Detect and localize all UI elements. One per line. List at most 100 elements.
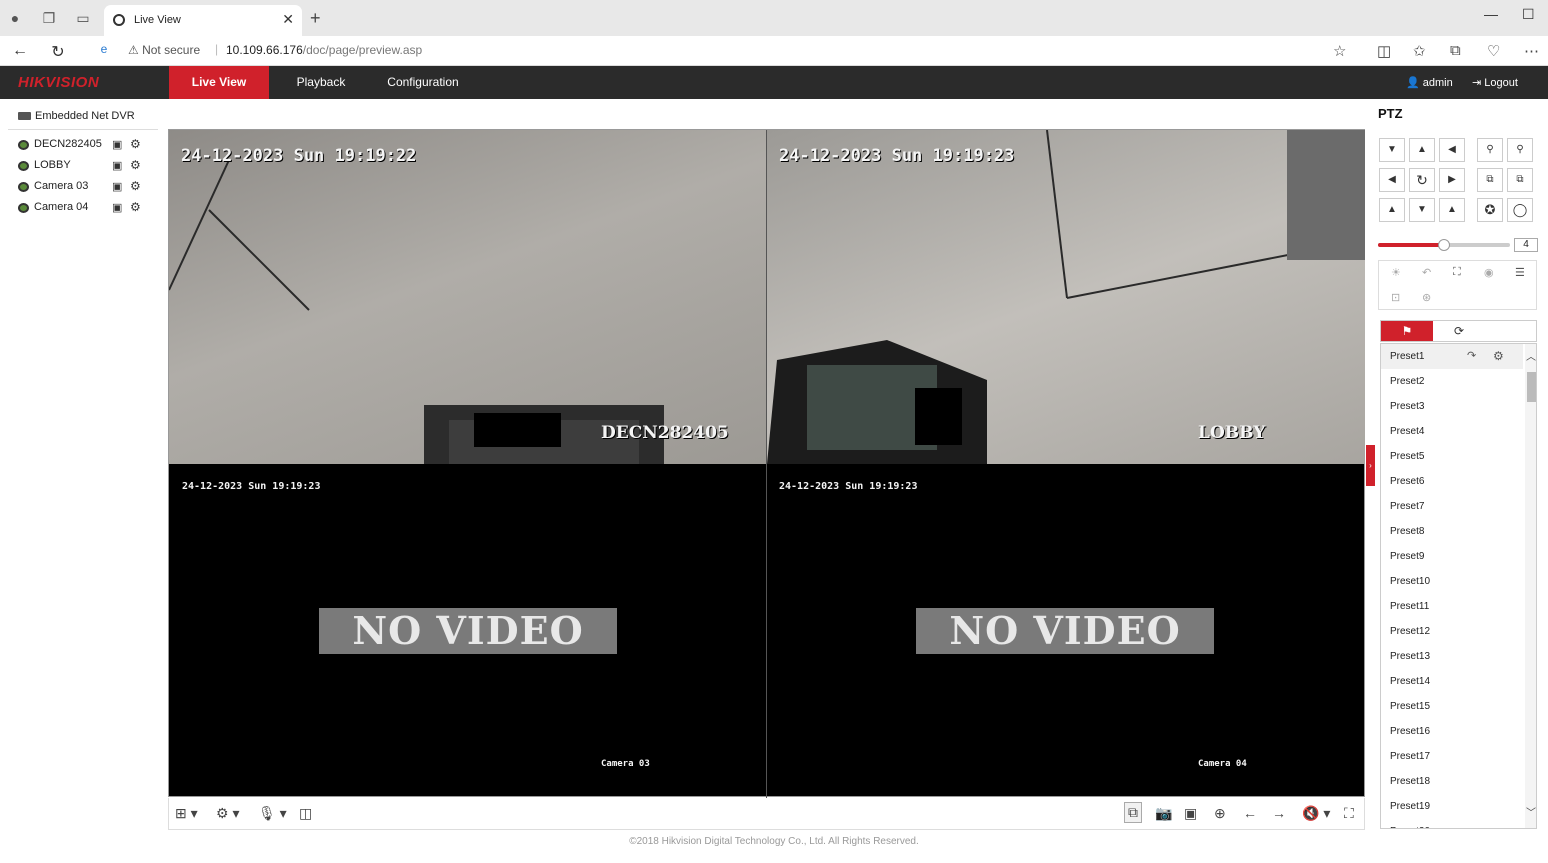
- preset-item[interactable]: Preset14: [1381, 669, 1523, 694]
- preset-item[interactable]: Preset10: [1381, 569, 1523, 594]
- favorite-star-icon[interactable]: ☆: [1333, 42, 1346, 60]
- preset-item[interactable]: Preset2: [1381, 369, 1523, 394]
- record-icon[interactable]: ▣: [112, 138, 122, 151]
- stop-all-preview-icon[interactable]: ⧉: [1124, 802, 1142, 823]
- video-pane-4[interactable]: 24-12-2023 Sun 19:19:23 NO VIDEO Camera …: [767, 464, 1365, 798]
- focus-near-icon[interactable]: ⧉: [1477, 168, 1503, 192]
- record-all-icon[interactable]: ▣: [1184, 805, 1197, 822]
- video-pane-1[interactable]: 24-12-2023 Sun 19:19:22 DECN282405: [169, 130, 767, 464]
- preset-item[interactable]: Preset16: [1381, 719, 1523, 744]
- extensions-icon[interactable]: ♡: [1487, 42, 1500, 60]
- ptz-right-icon[interactable]: ▶: [1439, 168, 1465, 192]
- stream-settings-icon[interactable]: ⚙: [130, 158, 141, 172]
- device-root[interactable]: Embedded Net DVR: [18, 110, 135, 122]
- preset-item[interactable]: Preset17: [1381, 744, 1523, 769]
- stream-settings-icon[interactable]: ⚙: [130, 200, 141, 214]
- split-screen-icon[interactable]: ◫: [1377, 42, 1391, 60]
- nav-playback[interactable]: Playback: [282, 66, 360, 99]
- close-tab-icon[interactable]: ✕: [282, 11, 294, 28]
- ptz-speed-slider[interactable]: [1378, 239, 1510, 251]
- new-tab-icon[interactable]: +: [310, 8, 321, 29]
- wiper-icon[interactable]: ↶: [1422, 266, 1431, 279]
- preset-item[interactable]: Preset4: [1381, 419, 1523, 444]
- ptz-left-up-icon[interactable]: ▼: [1379, 138, 1405, 162]
- ptz-right-up-icon[interactable]: ◀: [1439, 138, 1465, 162]
- preset-item[interactable]: Preset13: [1381, 644, 1523, 669]
- preset-item[interactable]: Preset7: [1381, 494, 1523, 519]
- more-menu-icon[interactable]: ⋯: [1524, 42, 1539, 60]
- video-pane-3[interactable]: 24-12-2023 Sun 19:19:23 NO VIDEO Camera …: [169, 464, 767, 798]
- iris-close-icon[interactable]: ◯: [1507, 198, 1533, 222]
- window-layout-icon[interactable]: ⊞ ▾: [175, 805, 198, 822]
- logout-button[interactable]: ⇥ Logout: [1472, 76, 1518, 89]
- patrol-tab-icon[interactable]: ⟳: [1433, 321, 1485, 341]
- camera-item[interactable]: DECN282405 ▣ ⚙: [18, 137, 158, 155]
- camera-item[interactable]: Camera 03 ▣ ⚙: [18, 179, 158, 197]
- audio-icon[interactable]: 🔇 ▾: [1302, 805, 1330, 822]
- preset-item[interactable]: Preset12: [1381, 619, 1523, 644]
- preset-item[interactable]: Preset1 ↷ ⚙: [1381, 344, 1523, 369]
- stream-settings-icon[interactable]: ⚙: [130, 179, 141, 193]
- record-icon[interactable]: ▣: [112, 159, 122, 172]
- stream-type-icon[interactable]: ⚙ ▾: [216, 805, 239, 822]
- user-menu[interactable]: 👤 admin: [1406, 76, 1453, 89]
- back-icon[interactable]: ←: [10, 42, 30, 60]
- menu-icon[interactable]: ☰: [1515, 266, 1525, 279]
- zoom-in-icon[interactable]: ⚲: [1477, 138, 1503, 162]
- microphone-icon[interactable]: 🎙 ▾: [258, 805, 287, 822]
- refresh-icon[interactable]: ↻: [48, 42, 68, 62]
- auto-pan-icon[interactable]: ↻: [1409, 168, 1435, 192]
- capture-icon[interactable]: 📷: [1155, 805, 1172, 822]
- speed-slider-thumb[interactable]: [1438, 239, 1450, 251]
- collections-icon[interactable]: ⧉: [1450, 42, 1461, 59]
- scroll-up-icon[interactable]: ︿: [1526, 348, 1536, 363]
- ptz-left-icon[interactable]: ◀: [1379, 168, 1405, 192]
- profile-icon[interactable]: ●: [6, 9, 24, 27]
- preset-item[interactable]: Preset15: [1381, 694, 1523, 719]
- zoom-out-icon[interactable]: ⚲: [1507, 138, 1533, 162]
- pattern-tab[interactable]: [1485, 321, 1537, 341]
- iris-open-icon[interactable]: ✪: [1477, 198, 1503, 222]
- preset-item[interactable]: Preset18: [1381, 769, 1523, 794]
- auxiliary-focus-icon[interactable]: ⛶: [1453, 266, 1461, 279]
- ptz-right-down-icon[interactable]: ▲: [1439, 198, 1465, 222]
- call-preset-icon[interactable]: ↷: [1467, 344, 1476, 369]
- fullscreen-icon[interactable]: ⛶: [1344, 805, 1354, 822]
- light-icon[interactable]: ☀: [1391, 266, 1401, 279]
- record-icon[interactable]: ▣: [112, 201, 122, 214]
- maximize-icon[interactable]: ☐: [1522, 6, 1535, 23]
- preset-item[interactable]: Preset8: [1381, 519, 1523, 544]
- ptz-left-down-icon[interactable]: ▲: [1379, 198, 1405, 222]
- preset-scrollbar[interactable]: ︿ ﹀: [1525, 344, 1536, 828]
- collapse-panel-icon[interactable]: ›: [1366, 445, 1375, 486]
- scrollbar-thumb[interactable]: [1527, 372, 1536, 402]
- security-indicator[interactable]: ⚠ Not secure: [128, 43, 200, 57]
- preset-item[interactable]: Preset6: [1381, 469, 1523, 494]
- browser-tab[interactable]: Live View ✕: [104, 5, 302, 36]
- workspaces-icon[interactable]: ❐: [40, 9, 58, 27]
- next-page-icon[interactable]: →: [1272, 805, 1286, 821]
- digital-zoom-icon[interactable]: ⊕: [1214, 805, 1226, 822]
- preset-item[interactable]: Preset5: [1381, 444, 1523, 469]
- tab-actions-icon[interactable]: ▭: [74, 9, 92, 27]
- focus-far-icon[interactable]: ⧉: [1507, 168, 1533, 192]
- previous-page-icon[interactable]: ←: [1243, 805, 1257, 821]
- camera-item[interactable]: Camera 04 ▣ ⚙: [18, 200, 158, 218]
- minimize-icon[interactable]: —: [1484, 6, 1498, 22]
- record-icon[interactable]: ▣: [112, 180, 122, 193]
- nav-configuration[interactable]: Configuration: [378, 66, 468, 99]
- url-field[interactable]: 10.109.66.176/doc/page/preview.asp: [226, 43, 422, 57]
- preset-tab-icon[interactable]: ⚑: [1381, 321, 1433, 341]
- nav-live-view[interactable]: Live View: [169, 66, 269, 99]
- video-pane-2[interactable]: 24-12-2023 Sun 19:19:23 LOBBY: [767, 130, 1365, 464]
- ptz-up-icon[interactable]: ▲: [1409, 138, 1435, 162]
- lens-init-icon[interactable]: ◉: [1484, 266, 1494, 279]
- preset-item[interactable]: Preset11: [1381, 594, 1523, 619]
- preset-item[interactable]: Preset3: [1381, 394, 1523, 419]
- favorites-icon[interactable]: ✩: [1413, 42, 1426, 60]
- ptz-control-icon[interactable]: ◫: [299, 805, 312, 822]
- ptz-down-icon[interactable]: ▼: [1409, 198, 1435, 222]
- preset-item[interactable]: Preset20: [1381, 819, 1523, 828]
- camera-item[interactable]: LOBBY ▣ ⚙: [18, 158, 158, 176]
- set-preset-icon[interactable]: ⚙: [1493, 344, 1504, 369]
